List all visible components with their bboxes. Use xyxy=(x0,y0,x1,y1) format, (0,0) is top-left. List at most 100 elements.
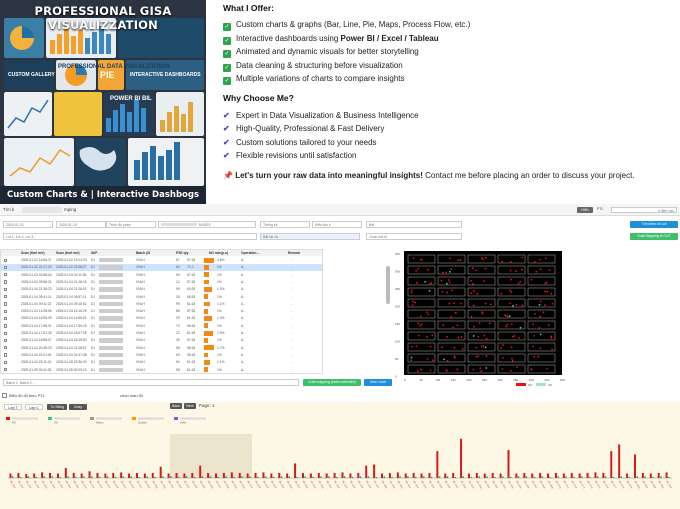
row-checkbox[interactable] xyxy=(4,295,8,299)
table-row[interactable]: 2025-01-04 23:11:41 2025-01-05 23:36:00 D.… xyxy=(1,359,322,365)
table-header-cell[interactable]: Operation ... xyxy=(241,250,260,256)
table-row[interactable]: 2025-01-04 22:21:51 2025-01-04 22:47:38 D.… xyxy=(1,352,322,358)
tab-search[interactable]: Tìm k xyxy=(3,207,14,212)
export-mapping-button[interactable]: Xuất Mapping lô CUT xyxy=(630,233,678,240)
row-checkbox[interactable] xyxy=(4,346,8,350)
offer-section: What I Offer: ✓ Custom charts & graphs (B… xyxy=(223,2,678,182)
row-checkbox[interactable] xyxy=(4,273,8,277)
legend-bar xyxy=(138,417,164,420)
chart-toggle-checkbox[interactable] xyxy=(2,393,7,398)
ng-point xyxy=(530,368,533,371)
table-scrollbar[interactable] xyxy=(386,266,390,304)
row-checkbox[interactable] xyxy=(4,265,8,270)
table-cell: 2025-01-04 21:16:19 xyxy=(56,279,87,284)
table-row[interactable]: 2025-01-04 18:56:07 2025-01-04 18:15:50 D.… xyxy=(1,337,322,343)
ng-point xyxy=(517,282,520,285)
table-row[interactable]: 2025-01-04 17:56:01 2025-01-04 17:50:19 D.… xyxy=(1,323,322,329)
defect-bar xyxy=(467,473,470,478)
table-row[interactable]: 2025-01-04 17:51:28 2025-01-04 18:07:05 D.… xyxy=(1,330,322,336)
row-checkbox[interactable] xyxy=(4,302,8,306)
defect-bar xyxy=(191,472,194,478)
table-row[interactable]: 2025-01-04 05:56:21 2025-01-04 21:16:19 D.… xyxy=(1,279,322,285)
defect-bar xyxy=(554,472,557,478)
tab-layer-t[interactable]: Lớp T xyxy=(4,404,22,410)
row-checkbox[interactable] xyxy=(4,338,8,343)
why-item: ✔ Flexible revisions until satisfaction xyxy=(223,149,678,163)
table-row[interactable]: 2025-01-03 02:58:24 2025-01-03 02:11:05 D.… xyxy=(1,272,322,278)
batch-input[interactable]: Batch 1, Batch 2... xyxy=(3,379,299,386)
search-lot-button[interactable]: Tìm kiếm lot Lot xyxy=(630,221,678,228)
table-header-cell[interactable]: Batch (lỗ xyxy=(136,250,150,256)
defect-bar xyxy=(72,472,75,478)
show-button[interactable]: Hiển xyxy=(577,207,593,213)
mode-select[interactable]: Trình độ phần xyxy=(106,221,156,228)
date-from-input[interactable]: 2025-01-01 xyxy=(3,221,53,228)
row-checkbox[interactable] xyxy=(4,287,8,292)
export-batch-button[interactable]: Xuất mapping (batch selected) xyxy=(303,379,361,386)
table-header-cell[interactable]: PSE qty xyxy=(176,250,188,256)
table-row[interactable]: 2025-01-02 16:56:37 2025-01-02 18:14:23 D.… xyxy=(1,257,322,263)
x-tick-label: 25L-079 xyxy=(626,480,633,490)
row-checkbox[interactable] xyxy=(4,353,8,357)
ok-bar xyxy=(446,476,449,478)
row-checkbox[interactable] xyxy=(4,324,8,328)
table-row[interactable]: 2025-01-02 22:17:20 2025-01-02 22:08:27 D.… xyxy=(1,264,322,271)
table-header-cell[interactable]: NG rate(p.o) xyxy=(209,250,228,256)
tab-auto[interactable]: Tự Đăng xyxy=(47,404,67,410)
table-header-cell[interactable]: Scan (thời mở) xyxy=(56,250,80,256)
top-right-input[interactable]: # điền vào xyxy=(611,207,677,213)
x-tick-label: 25L-084 xyxy=(665,480,672,490)
table-cell: D.I xyxy=(91,309,96,314)
table-cell: 2025-01-04 17:56:01 xyxy=(21,323,52,328)
table-header-cell[interactable]: IUIP xyxy=(91,250,97,256)
table-cell: 2025-01-04 16:55:25 xyxy=(21,316,52,321)
ng-point xyxy=(515,270,517,273)
pager-next-button[interactable]: Next xyxy=(184,403,196,409)
table-cell: 2025-01-04 05:56:21 xyxy=(21,279,52,284)
row-checkbox[interactable] xyxy=(4,280,8,284)
ng-point xyxy=(544,282,547,285)
table-header-cell[interactable]: Remark xyxy=(288,250,300,256)
defect-bar xyxy=(436,451,439,478)
x-tick-label: 25L-074 xyxy=(586,480,593,490)
all-select[interactable]: Bật tất cả xyxy=(260,233,360,240)
tab-layer-c[interactable]: Lớp C xyxy=(25,404,43,410)
table-cell: 57.63 xyxy=(187,279,196,284)
defect-bar xyxy=(610,451,613,478)
row-checkbox[interactable] xyxy=(4,331,8,335)
row-checkbox[interactable] xyxy=(4,309,8,313)
table-row[interactable]: 2025-01-04 21:36:23 2025-01-04 21:28:02 D.… xyxy=(1,286,322,292)
ng-point xyxy=(472,368,475,371)
choose-code-select[interactable]: Chọn mã lỗ xyxy=(366,233,462,240)
ng-point xyxy=(475,269,477,272)
table-cell: A.. xyxy=(241,352,246,357)
lot-input[interactable]: Lot 1, Lot 2, Lot 3... xyxy=(3,233,257,240)
ok-bar xyxy=(620,476,623,478)
view-chart-button[interactable]: Xem chart xyxy=(364,379,392,386)
row-checkbox[interactable] xyxy=(4,316,8,321)
kind-select[interactable]: Kiểu thu k xyxy=(312,221,362,228)
table-row[interactable]: 2025-01-04 20:48:23 2025-01-04 21:08:57 D.… xyxy=(1,345,322,351)
date-to-input[interactable]: 2025-01-15 xyxy=(56,221,106,228)
tab-rotate[interactable]: Xoay xyxy=(69,404,87,410)
legend-label: Scratch xyxy=(138,421,147,425)
pager-back-button[interactable]: Back xyxy=(170,403,182,409)
type-select[interactable]: Thống kê xyxy=(260,221,310,228)
row-checkbox[interactable] xyxy=(4,360,8,365)
status-input[interactable]: Bất xyxy=(366,221,462,228)
table-row[interactable]: 2025-01-04 16:55:25 2025-01-04 14:56:01 D.… xyxy=(1,315,322,321)
table-row[interactable]: 2025-01-05 00:11:33 2025-01-05 00:09:13 D.… xyxy=(1,367,322,373)
ng-point xyxy=(480,345,483,348)
table-header-cell[interactable]: Scan (thời mở) xyxy=(21,250,45,256)
row-checkbox[interactable] xyxy=(4,258,8,262)
table-row[interactable]: 2025-01-04 14:08:06 2025-01-04 14:16:25 D.… xyxy=(1,308,322,314)
code-input[interactable]: BASES xyxy=(158,221,256,228)
table-cell: 98 xyxy=(176,345,180,350)
defect-bar xyxy=(207,472,210,478)
table-row[interactable]: 2025-01-04 08:41:11 2025-01-04 08:57:11 D.… xyxy=(1,294,322,300)
row-checkbox[interactable] xyxy=(4,368,8,372)
ng-point xyxy=(521,304,524,307)
ng-point xyxy=(509,260,512,263)
table-row[interactable]: 2025-01-04 09:11:22 2025-01-04 09:18:52 D.… xyxy=(1,301,322,307)
ng-point xyxy=(441,271,444,274)
